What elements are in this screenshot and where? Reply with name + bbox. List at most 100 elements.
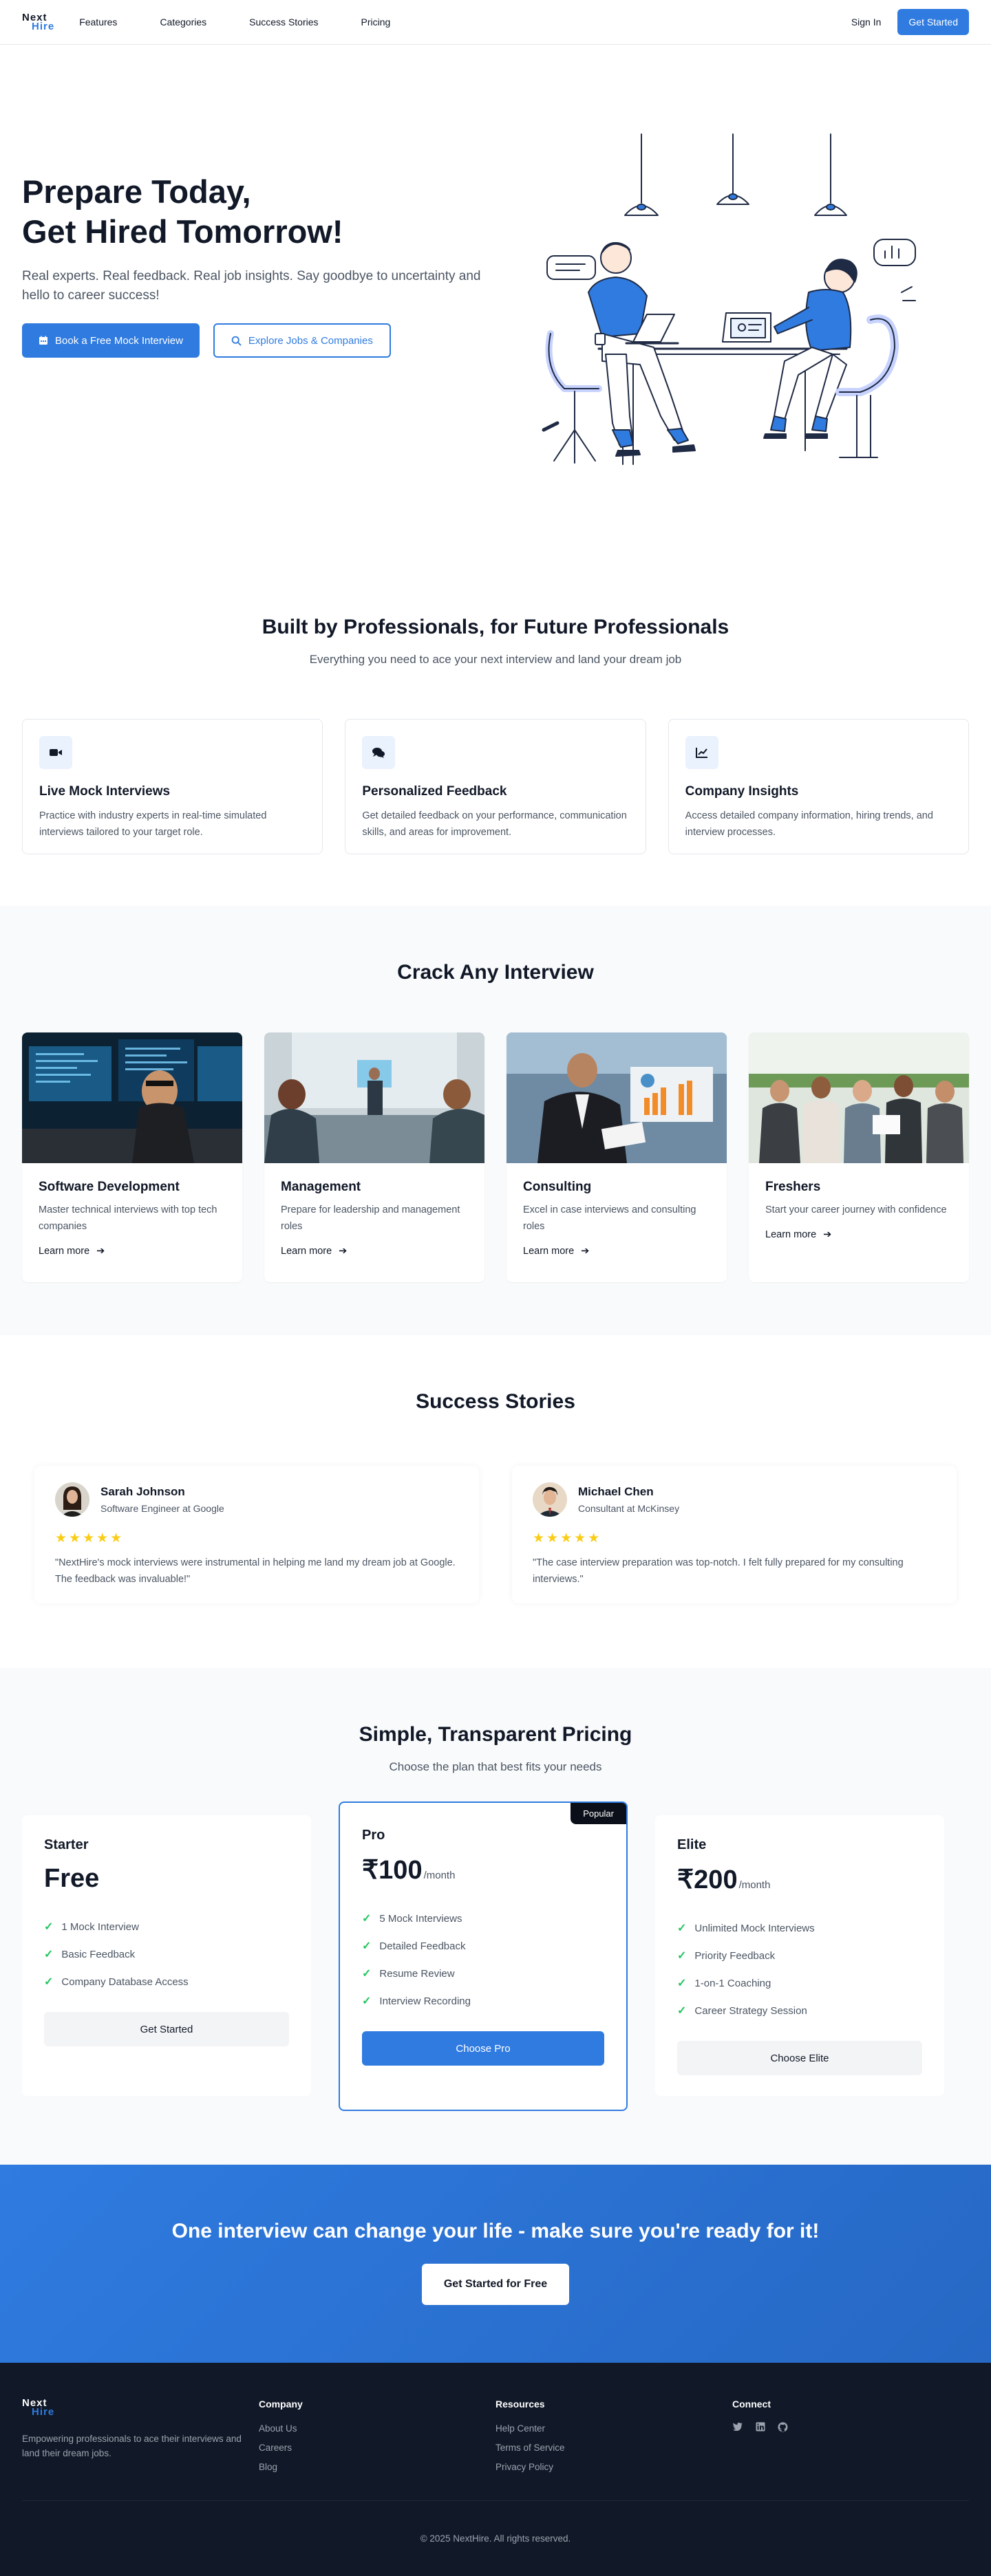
arrow-right-icon: ➔ — [823, 1229, 832, 1240]
calendar-icon — [39, 336, 47, 345]
plan-features: ✓ 1 Mock Interview ✓ Basic Feedback ✓ Compa… — [44, 1913, 289, 1995]
choose-elite-button[interactable]: Choose Elite — [677, 2041, 922, 2075]
feature-card-company-insights: Company Insights Access detailed company… — [668, 719, 969, 854]
plan-card-starter: Starter Free ✓ 1 Mock Interview ✓ Basic Fe… — [22, 1815, 311, 2096]
footer-grid: Next Hire Empowering professionals to ac… — [22, 2398, 969, 2481]
learn-more-link[interactable]: Learn more ➔ — [281, 1246, 468, 1257]
consulting-photo — [507, 1032, 727, 1163]
category-desc: Prepare for leadership and management ro… — [281, 1204, 460, 1232]
plan-feature-label: Resume Review — [379, 1967, 455, 1980]
footer-links: About Us Careers Blog — [259, 2423, 496, 2481]
category-body: Consulting Excel in case interviews and … — [507, 1163, 727, 1273]
category-card-freshers[interactable]: Freshers Start your career journey with … — [749, 1032, 969, 1282]
footer-resources-col: Resources Help Center Terms of Service P… — [496, 2399, 732, 2481]
popular-badge: Popular — [571, 1803, 626, 1824]
check-icon: ✓ — [677, 1950, 687, 1962]
software-development-photo — [22, 1032, 242, 1163]
linkedin-icon[interactable] — [756, 2422, 765, 2432]
category-card-software[interactable]: Software Development Master technical in… — [22, 1032, 242, 1282]
nav-link-categories[interactable]: Categories — [160, 17, 206, 28]
features-subtitle: Everything you need to ace your next int… — [309, 653, 682, 666]
learn-more-link[interactable]: Learn more ➔ — [523, 1246, 710, 1257]
pricing-grid: Starter Free ✓ 1 Mock Interview ✓ Basic Fe… — [22, 1801, 969, 2111]
feature-title: Live Mock Interviews — [39, 784, 171, 799]
footer-company-col: Company About Us Careers Blog — [259, 2399, 496, 2481]
footer-heading: Connect — [732, 2399, 771, 2410]
category-card-management[interactable]: Management Prepare for leadership and ma… — [264, 1032, 484, 1282]
hero-illustration — [542, 133, 916, 465]
categories-title: Crack Any Interview — [397, 961, 594, 984]
footer-brand-col: Next Hire Empowering professionals to ac… — [22, 2398, 259, 2481]
stories-carousel[interactable]: Sarah Johnson Software Engineer at Googl… — [34, 1466, 957, 1603]
plan-card-elite: Elite ₹200 /month ✓ Unlimited Mock Interv… — [655, 1815, 944, 2096]
plan-feature-label: Priority Feedback — [694, 1949, 776, 1962]
nav-link-success-stories[interactable]: Success Stories — [249, 17, 318, 28]
learn-more-label: Learn more — [523, 1246, 575, 1257]
plan-feature: ✓ 1-on-1 Coaching — [677, 1969, 922, 1997]
features-title: Built by Professionals, for Future Profe… — [262, 616, 729, 638]
category-title: Freshers — [765, 1180, 821, 1194]
plan-feature: ✓ Detailed Feedback — [362, 1932, 604, 1960]
plan-price: ₹200 /month — [677, 1864, 922, 1895]
chat-icon — [362, 736, 396, 769]
book-mock-interview-button[interactable]: Book a Free Mock Interview — [22, 323, 200, 358]
nav-link-pricing[interactable]: Pricing — [361, 17, 391, 28]
plan-features: ✓ 5 Mock Interviews ✓ Detailed Feedback ✓ R… — [362, 1905, 604, 2015]
plan-feature-label: 5 Mock Interviews — [379, 1912, 462, 1925]
pricing-title: Simple, Transparent Pricing — [359, 1723, 632, 1746]
chart-icon — [685, 736, 718, 769]
footer-link-about[interactable]: About Us — [259, 2423, 496, 2443]
category-desc: Master technical interviews with top tec… — [39, 1204, 217, 1232]
category-card-consulting[interactable]: Consulting Excel in case interviews and … — [507, 1032, 727, 1282]
plan-features: ✓ Unlimited Mock Interviews ✓ Priority Fee… — [677, 1914, 922, 2024]
hero-content: Prepare Today, Get Hired Tomorrow! Real … — [22, 172, 497, 358]
hero-title-line2: Get Hired Tomorrow! — [22, 213, 343, 250]
footer-link-blog[interactable]: Blog — [259, 2462, 496, 2481]
learn-more-link[interactable]: Learn more ➔ — [39, 1246, 226, 1257]
plan-feature-label: 1 Mock Interview — [61, 1920, 139, 1933]
get-started-free-button[interactable]: Get Started for Free — [421, 2264, 570, 2305]
book-mock-interview-label: Book a Free Mock Interview — [55, 334, 183, 347]
check-icon: ✓ — [362, 1913, 372, 1925]
category-body: Freshers Start your career journey with … — [749, 1163, 969, 1257]
learn-more-label: Learn more — [281, 1246, 332, 1257]
learn-more-link[interactable]: Learn more ➔ — [765, 1229, 952, 1240]
logo-line2: Hire — [32, 2406, 55, 2418]
cta-title: One interview can change your life - mak… — [171, 2220, 820, 2242]
category-title: Software Development — [39, 1180, 180, 1194]
plan-price: Free — [44, 1864, 289, 1894]
starter-get-started-button[interactable]: Get Started — [44, 2012, 289, 2046]
twitter-icon[interactable] — [732, 2422, 743, 2432]
choose-pro-button[interactable]: Choose Pro — [362, 2031, 604, 2066]
plan-period: /month — [423, 1870, 456, 1881]
testimonial-card: Sarah Johnson Software Engineer at Googl… — [34, 1466, 479, 1603]
footer-link-privacy[interactable]: Privacy Policy — [496, 2462, 732, 2481]
star-rating: ★★★★★ — [533, 1531, 602, 1546]
footer-link-help[interactable]: Help Center — [496, 2423, 732, 2443]
footer-logo[interactable]: Next Hire — [22, 2398, 259, 2418]
stories-title: Success Stories — [416, 1390, 575, 1413]
plan-feature-label: Basic Feedback — [61, 1948, 136, 1960]
category-body: Software Development Master technical in… — [22, 1163, 242, 1273]
video-icon — [39, 736, 72, 769]
testimonial-person: Michael Chen Consultant at McKinsey — [578, 1485, 679, 1514]
footer-link-terms[interactable]: Terms of Service — [496, 2443, 732, 2462]
explore-jobs-button[interactable]: Explore Jobs & Companies — [213, 323, 391, 358]
star-rating: ★★★★★ — [55, 1531, 125, 1546]
plan-feature-label: Company Database Access — [61, 1976, 189, 1988]
feature-card-feedback: Personalized Feedback Get detailed feedb… — [345, 719, 646, 854]
learn-more-label: Learn more — [39, 1246, 90, 1257]
hero-section: Prepare Today, Get Hired Tomorrow! Real … — [0, 45, 991, 471]
github-icon[interactable] — [778, 2422, 788, 2432]
footer-link-careers[interactable]: Careers — [259, 2443, 496, 2462]
check-icon: ✓ — [362, 1968, 372, 1980]
pricing-section: Simple, Transparent Pricing Choose the p… — [0, 1668, 991, 2165]
freshers-photo — [749, 1032, 969, 1163]
brand-logo[interactable]: Next Hire — [22, 12, 54, 32]
features-section: Built by Professionals, for Future Profe… — [0, 471, 991, 906]
sign-in-link[interactable]: Sign In — [851, 17, 882, 28]
get-started-button[interactable]: Get Started — [897, 9, 969, 35]
plan-feature: ✓ Priority Feedback — [677, 1942, 922, 1969]
nav-link-features[interactable]: Features — [79, 17, 117, 28]
pricing-subtitle: Choose the plan that best fits your need… — [389, 1760, 602, 1773]
